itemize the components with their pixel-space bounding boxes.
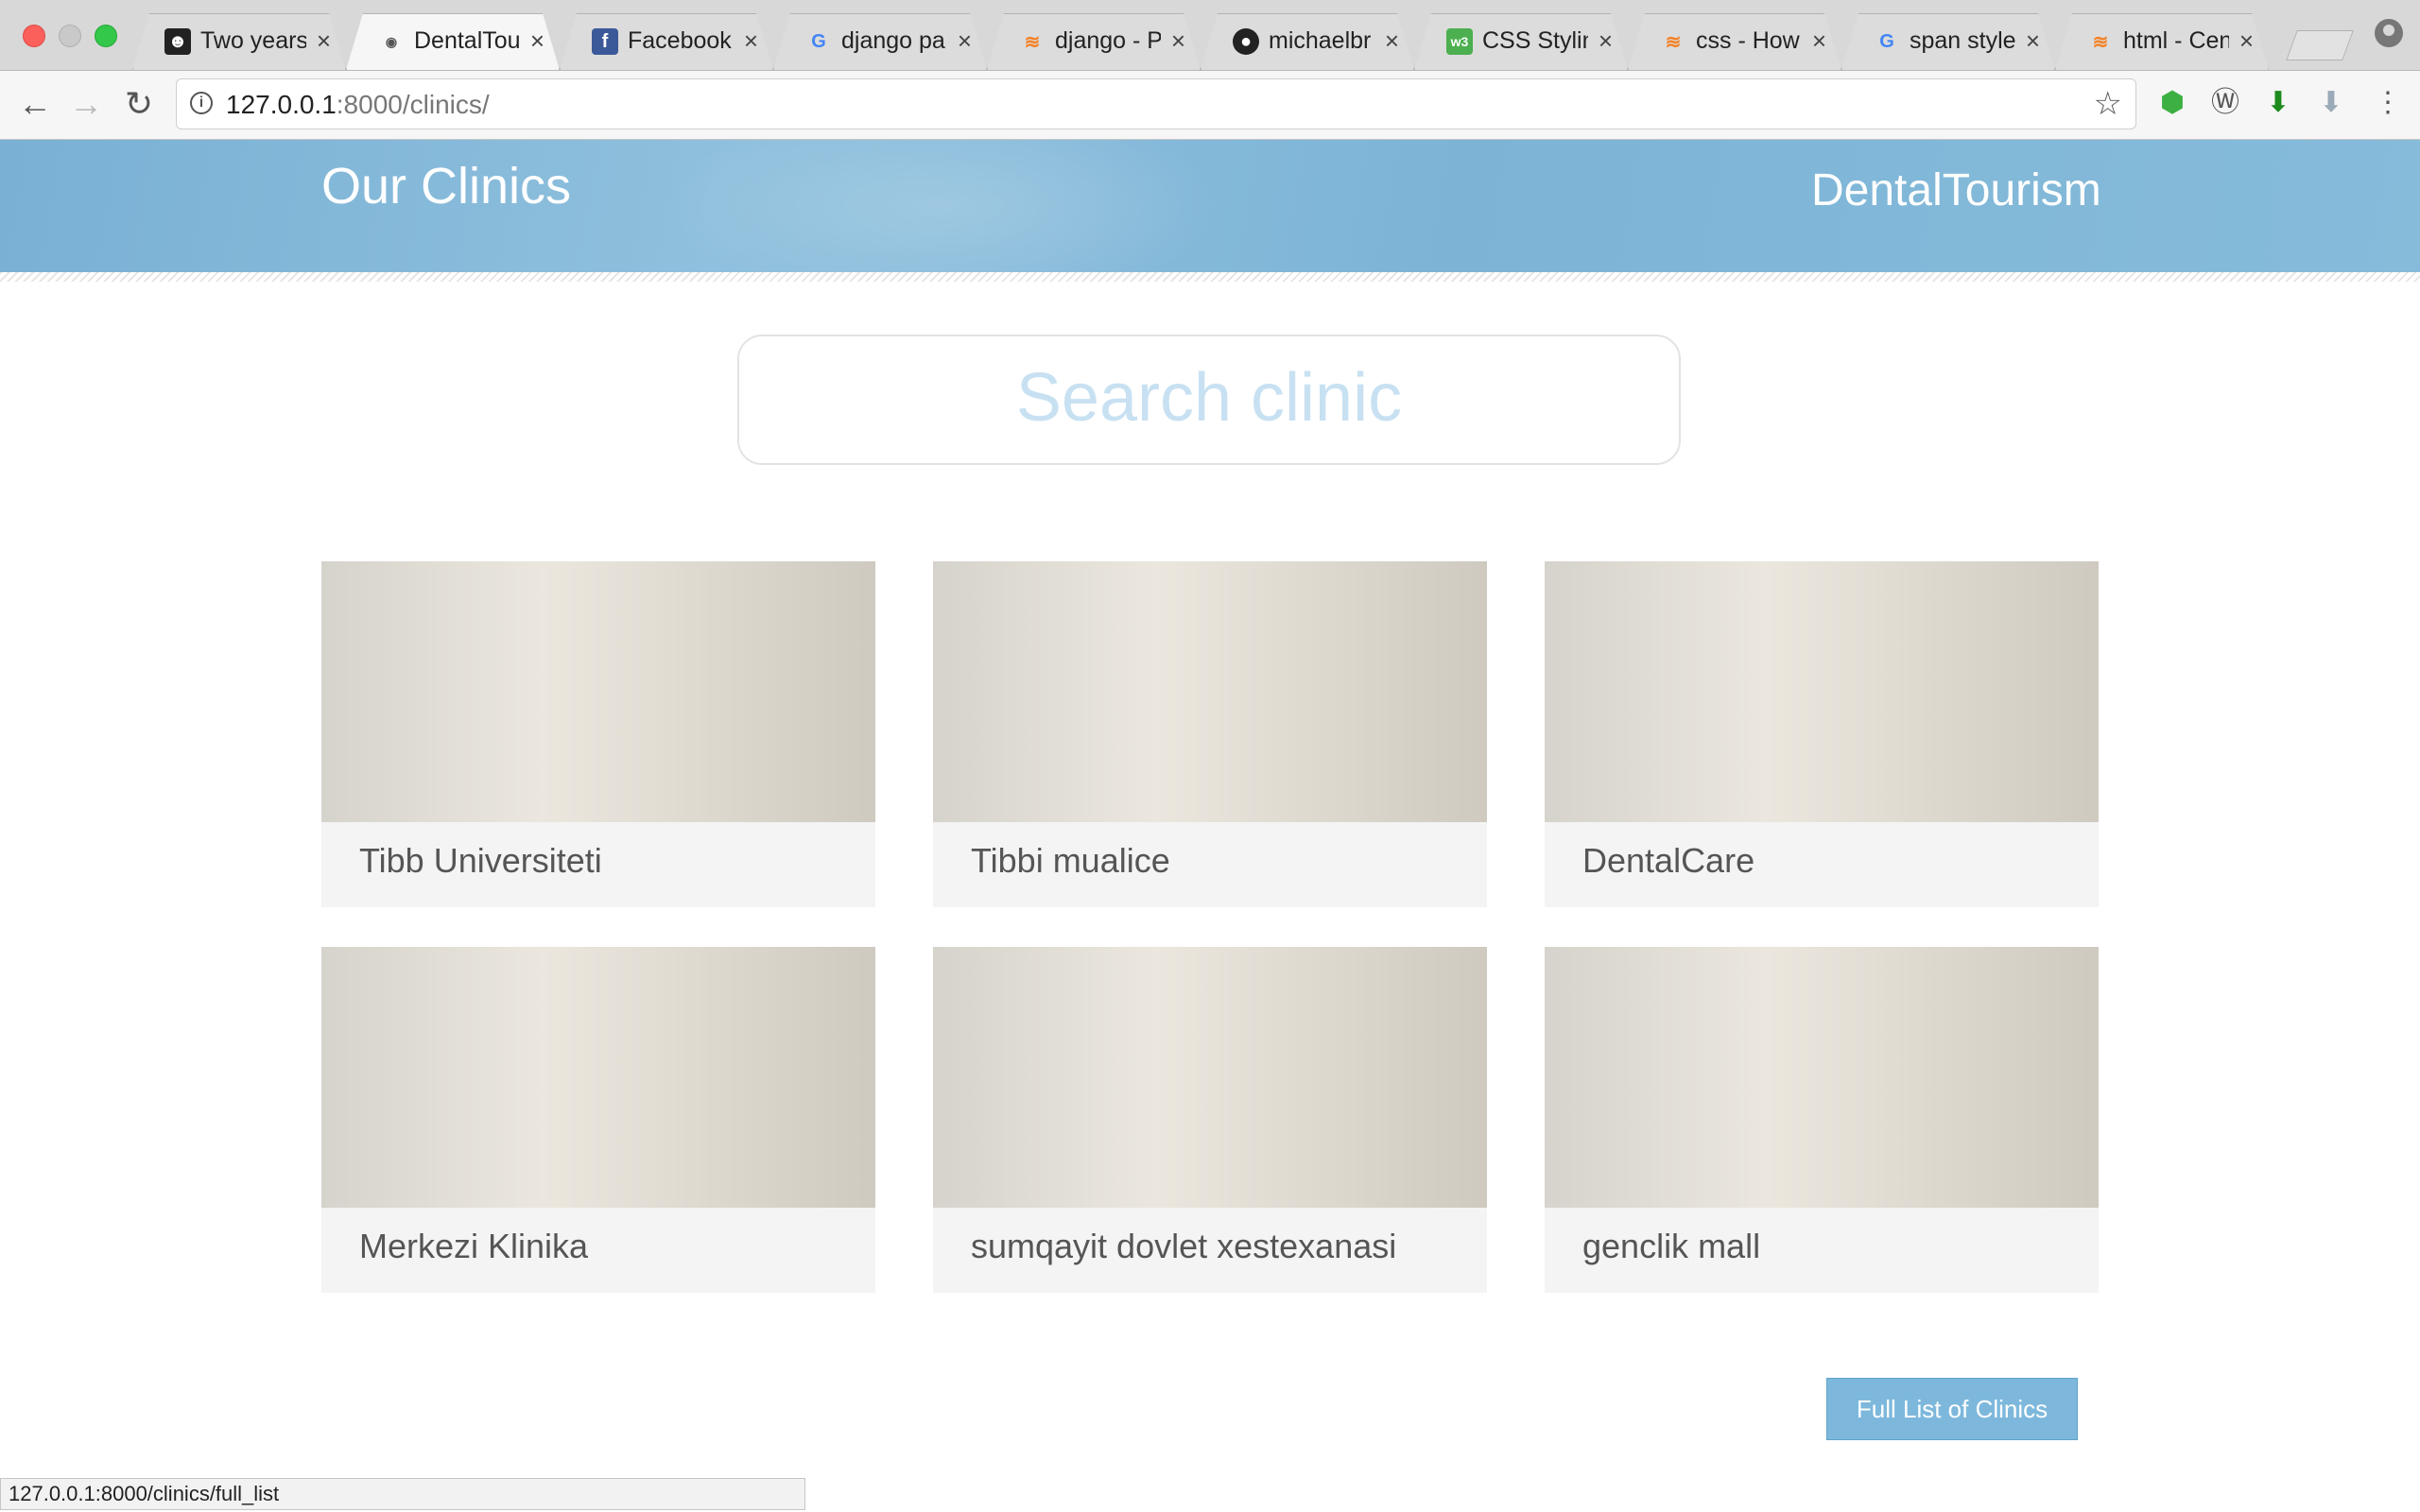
clinic-name: genclik mall xyxy=(1582,1227,1761,1265)
tab-close-icon[interactable]: × xyxy=(1171,26,1185,56)
browser-tab[interactable]: G django pa × xyxy=(773,13,987,70)
bookmark-star-icon[interactable]: ☆ xyxy=(2094,85,2122,123)
clinic-card[interactable]: genclik mall xyxy=(1545,947,2099,1293)
tab-close-icon[interactable]: × xyxy=(744,26,758,56)
info-icon[interactable]: i xyxy=(190,92,213,114)
url-text: 127.0.0.1:8000/clinics/ xyxy=(226,90,490,120)
download-green-icon[interactable]: ⬇ xyxy=(2261,86,2295,120)
github-favicon-icon: ● xyxy=(1233,28,1259,55)
url-host: 127.0.0.1 xyxy=(226,90,337,119)
clinic-name: sumqayit dovlet xestexanasi xyxy=(971,1227,1397,1265)
site-header: Our Clinics DentalTourism xyxy=(0,140,2420,272)
tab-title: span style xyxy=(1910,27,2015,54)
stackoverflow-favicon-icon: ≋ xyxy=(1665,31,1682,53)
tab-close-icon[interactable]: × xyxy=(1385,26,1399,56)
brand-link[interactable]: DentalTourism xyxy=(1811,164,2101,216)
clinic-card[interactable]: DentalCare xyxy=(1545,561,2099,907)
browser-tab[interactable]: ≋ css - How × xyxy=(1628,13,1841,70)
browser-tab-active[interactable]: ◉ DentalTou × xyxy=(346,13,560,70)
ct-scan-photo xyxy=(933,561,1487,822)
tab-close-icon[interactable]: × xyxy=(1599,26,1613,56)
browser-tab[interactable]: ● michaelbr × xyxy=(1201,13,1414,70)
window-close-button[interactable] xyxy=(23,25,45,47)
page-favicon-icon: ◉ xyxy=(385,33,398,49)
full-list-of-clinics-button[interactable]: Full List of Clinics xyxy=(1826,1378,2078,1440)
clinic-card[interactable]: sumqayit dovlet xestexanasi xyxy=(933,947,1487,1293)
tab-close-icon[interactable]: × xyxy=(317,26,331,56)
clinic-card[interactable]: Tibb Universiteti xyxy=(321,561,875,907)
tab-list: ☻ Two years × ◉ DentalTou × f Facebook ×… xyxy=(132,13,2269,70)
browser-tab[interactable]: ≋ html - Cen × xyxy=(2055,13,2269,70)
tab-title: michaelbr xyxy=(1269,27,1372,54)
ghost-favicon-icon: ☻ xyxy=(164,28,191,55)
browser-tab-strip: ☻ Two years × ◉ DentalTou × f Facebook ×… xyxy=(0,0,2420,71)
header-divider xyxy=(0,272,2420,282)
ct-scan-photo xyxy=(933,947,1487,1208)
tab-title: django pa xyxy=(841,27,945,54)
ct-scan-photo xyxy=(1545,947,2099,1208)
w3-favicon-icon: w3 xyxy=(1446,28,1473,55)
reload-icon[interactable]: ↻ xyxy=(119,84,159,124)
menu-kebab-icon[interactable]: ⋮ xyxy=(2371,86,2405,120)
browser-toolbar: ← → ↻ i 127.0.0.1:8000/clinics/ ☆ ⬢ Ⓦ ⬇ … xyxy=(0,71,2420,140)
clinic-name: Tibb Universiteti xyxy=(359,841,602,880)
clinic-card[interactable]: Merkezi Klinika xyxy=(321,947,875,1293)
ct-scan-photo xyxy=(321,561,875,822)
download-grey-icon[interactable]: ⬇ xyxy=(2314,86,2348,120)
status-bar-url: 127.0.0.1:8000/clinics/full_list xyxy=(0,1478,805,1510)
window-minimize-button[interactable] xyxy=(59,25,81,47)
tab-title: CSS Stylin xyxy=(1482,27,1588,54)
browser-tab[interactable]: ☻ Two years × xyxy=(132,13,346,70)
stackoverflow-favicon-icon: ≋ xyxy=(2092,31,2109,53)
tab-title: Facebook xyxy=(628,27,732,54)
browser-tab[interactable]: f Facebook × xyxy=(560,13,773,70)
tab-title: html - Cen xyxy=(2123,27,2229,54)
ct-scan-photo xyxy=(1545,561,2099,822)
tab-close-icon[interactable]: × xyxy=(530,26,544,56)
tab-title: Two years xyxy=(200,27,306,54)
tab-title: DentalTou xyxy=(414,27,520,54)
profile-icon[interactable] xyxy=(2375,19,2403,47)
tab-close-icon[interactable]: × xyxy=(2239,26,2254,56)
wordpress-extension-icon[interactable]: Ⓦ xyxy=(2208,86,2242,120)
browser-tab[interactable]: G span style × xyxy=(1841,13,2055,70)
browser-tab[interactable]: w3 CSS Stylin × xyxy=(1414,13,1628,70)
tab-close-icon[interactable]: × xyxy=(1812,26,1826,56)
browser-tab[interactable]: ≋ django - P × xyxy=(987,13,1201,70)
url-path: :8000/clinics/ xyxy=(336,90,490,119)
facebook-favicon-icon: f xyxy=(592,28,618,55)
evernote-extension-icon[interactable]: ⬢ xyxy=(2155,86,2189,120)
google-favicon-icon: G xyxy=(1879,30,1894,52)
ct-scan-photo xyxy=(321,947,875,1208)
clinic-name: Tibbi mualice xyxy=(971,841,1170,880)
clinic-name: DentalCare xyxy=(1582,841,1755,880)
tab-close-icon[interactable]: × xyxy=(2026,26,2040,56)
google-favicon-icon: G xyxy=(811,30,826,52)
stackoverflow-favicon-icon: ≋ xyxy=(1024,31,1041,53)
page-title: Our Clinics xyxy=(321,158,572,215)
window-maximize-button[interactable] xyxy=(95,25,117,47)
address-bar[interactable]: i 127.0.0.1:8000/clinics/ ☆ xyxy=(176,78,2136,129)
forward-arrow-icon[interactable]: → xyxy=(66,84,106,124)
back-arrow-icon[interactable]: ← xyxy=(15,84,55,124)
tab-title: css - How xyxy=(1696,27,1800,54)
tab-close-icon[interactable]: × xyxy=(958,26,972,56)
clinic-card[interactable]: Tibbi mualice xyxy=(933,561,1487,907)
tab-title: django - P xyxy=(1055,27,1161,54)
search-clinic-input[interactable]: Search clinic xyxy=(737,335,1681,465)
new-tab-button[interactable] xyxy=(2286,30,2354,60)
clinic-name: Merkezi Klinika xyxy=(359,1227,589,1265)
